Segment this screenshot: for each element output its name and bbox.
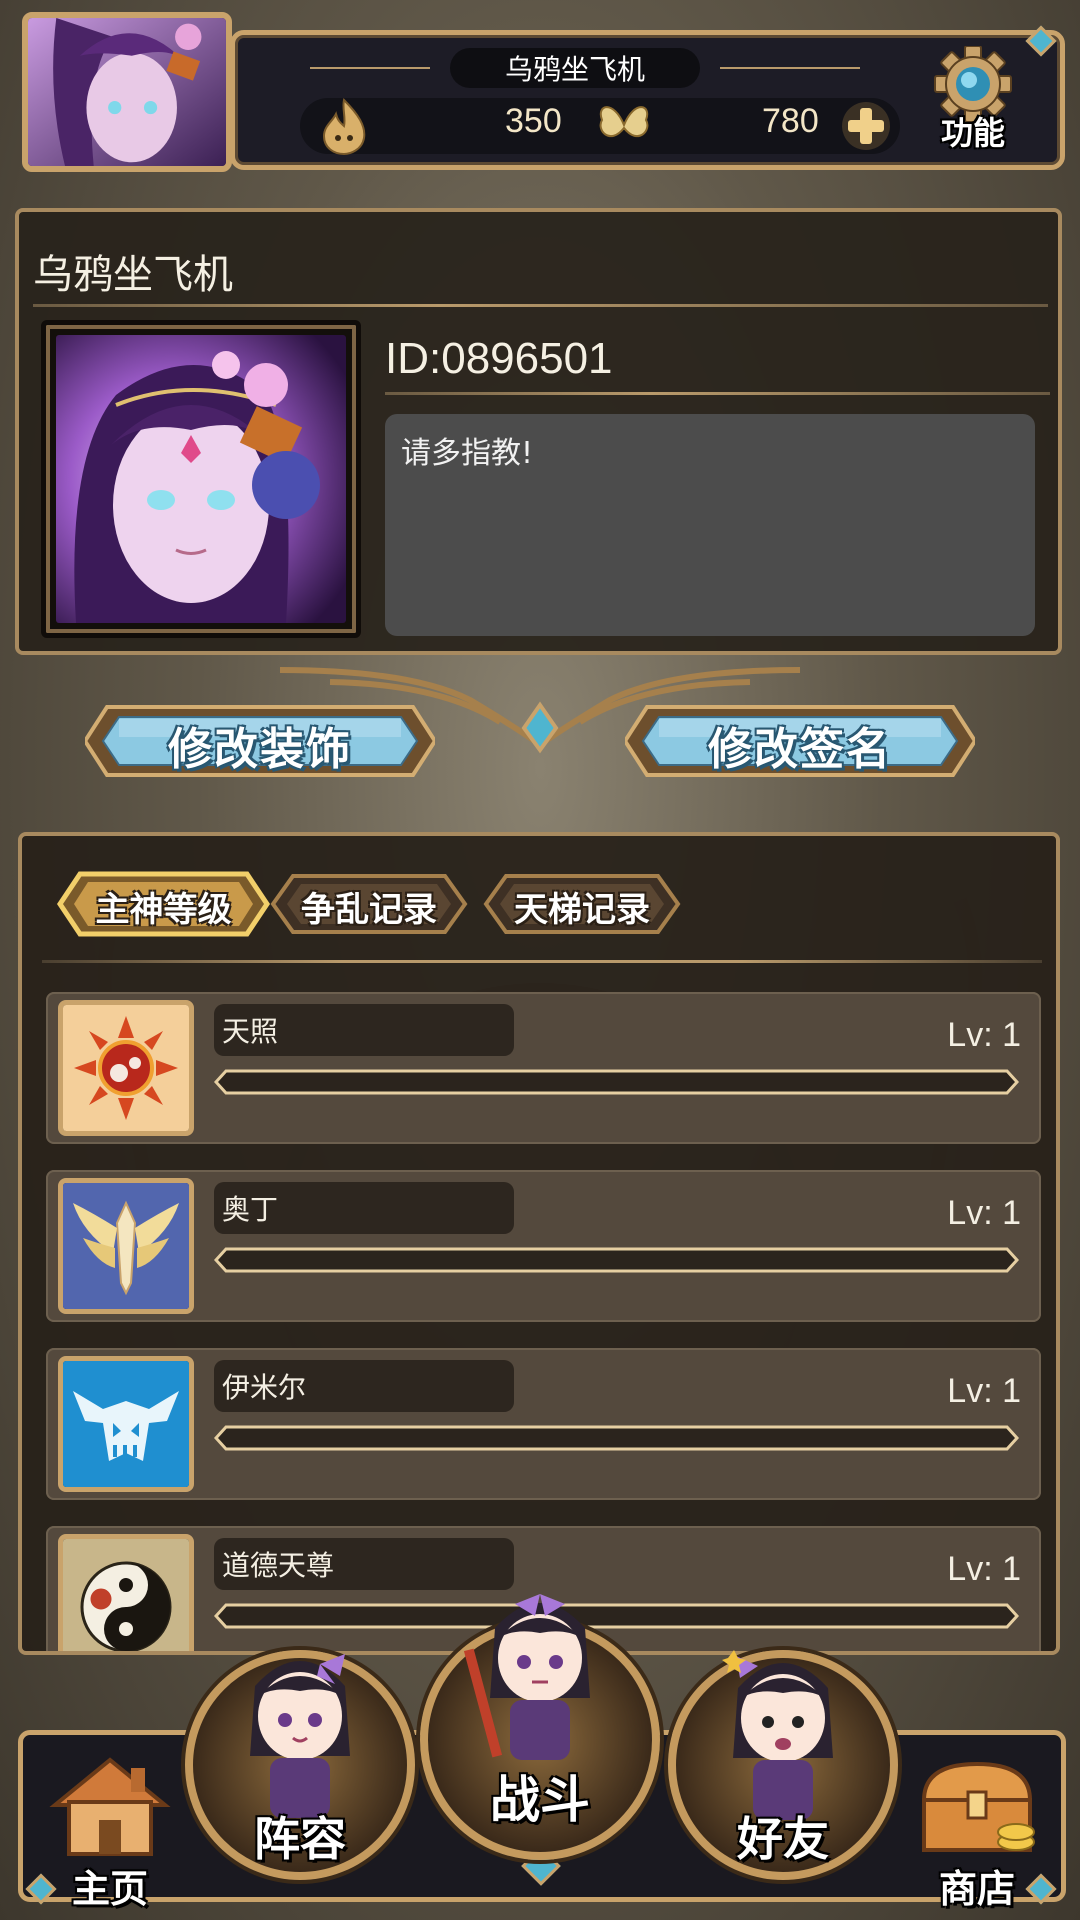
nav-battle-label: 战斗 <box>490 1771 590 1829</box>
profile-portrait-frame[interactable] <box>41 320 361 638</box>
top-bar: 乌鸦坐飞机 350 780 功能 <box>0 0 1080 185</box>
edit-signature-label: 修改签名 <box>708 724 892 775</box>
nav-lineup-label: 阵容 <box>254 1812 346 1866</box>
exp-bar <box>214 1069 1019 1095</box>
divider <box>33 304 1048 307</box>
edit-signature-button[interactable]: 修改签名 <box>625 695 975 787</box>
tab-label: 争乱记录 <box>301 890 437 930</box>
signature-box[interactable]: 请多指教! <box>385 414 1035 636</box>
bottom-nav: 主页 阵容 战斗 好友 商店 <box>0 1594 1080 1920</box>
exp-bar <box>214 1425 1019 1451</box>
god-name: 奥丁 <box>214 1182 514 1234</box>
top-nickname: 乌鸦坐飞机 <box>450 48 700 88</box>
nickname-divider <box>310 67 430 69</box>
nav-home[interactable]: 主页 <box>45 1750 175 1911</box>
tab-ladder-records[interactable]: 天梯记录 <box>482 868 682 940</box>
nav-battle[interactable]: 战斗 <box>420 1594 660 1860</box>
sun-emblem-icon <box>58 1000 194 1136</box>
function-button[interactable]: 功能 <box>918 45 1028 156</box>
portrait-art <box>56 335 346 623</box>
god-row-odin[interactable]: 奥丁 Lv: 1 <box>46 1170 1041 1322</box>
avatar-portrait-art <box>28 18 226 166</box>
function-label: 功能 <box>940 114 1005 152</box>
nickname-divider <box>720 67 860 69</box>
nav-shop[interactable]: 商店 <box>912 1750 1042 1911</box>
winged-emblem-icon <box>58 1178 194 1314</box>
records-panel: 主神等级 争乱记录 天梯记录 天照 Lv: 1 奥丁 Lv: 1 伊米尔 Lv:… <box>18 832 1060 1655</box>
yin-yang-emblem-icon <box>58 1534 194 1651</box>
god-name: 伊米尔 <box>214 1360 514 1412</box>
treasure-chest-icon <box>921 1761 1035 1852</box>
tab-battle-records[interactable]: 争乱记录 <box>269 868 469 940</box>
edit-decoration-button[interactable]: 修改装饰 <box>85 695 435 787</box>
divider <box>385 392 1050 395</box>
add-currency-button[interactable] <box>840 100 892 152</box>
profile-panel: 乌鸦坐飞机 ID:0896501 请多指教! <box>15 208 1062 655</box>
god-name: 道德天尊 <box>214 1538 514 1590</box>
flame-currency-icon <box>322 98 366 156</box>
nav-friends[interactable]: 好友 <box>668 1650 898 1880</box>
god-level: Lv: 1 <box>947 1372 1021 1410</box>
god-level: Lv: 1 <box>947 1194 1021 1232</box>
tab-label: 主神等级 <box>95 890 232 930</box>
god-name: 天照 <box>214 1004 514 1056</box>
chibi-character-icon <box>463 1594 590 1760</box>
profile-portrait <box>56 335 346 623</box>
house-icon <box>49 1757 171 1856</box>
profile-name: 乌鸦坐飞机 <box>33 252 233 298</box>
currency-2-value: 780 <box>762 102 819 140</box>
god-level: Lv: 1 <box>947 1016 1021 1054</box>
nav-friends-label: 好友 <box>737 1812 829 1866</box>
nav-lineup[interactable]: 阵容 <box>185 1650 415 1880</box>
nav-shop-label: 商店 <box>938 1867 1015 1911</box>
player-avatar[interactable] <box>22 12 232 172</box>
tab-label: 天梯记录 <box>514 890 650 930</box>
god-row-amaterasu[interactable]: 天照 Lv: 1 <box>46 992 1041 1144</box>
god-row-ymir[interactable]: 伊米尔 Lv: 1 <box>46 1348 1041 1500</box>
butterfly-currency-icon <box>599 106 649 138</box>
god-level: Lv: 1 <box>947 1550 1021 1588</box>
ice-skull-emblem-icon <box>58 1356 194 1492</box>
currency-1-value: 350 <box>505 102 562 140</box>
tab-god-level[interactable]: 主神等级 <box>56 868 271 940</box>
divider <box>42 960 1042 963</box>
player-id: ID:0896501 <box>385 334 613 383</box>
nav-home-label: 主页 <box>71 1867 148 1911</box>
exp-bar <box>214 1247 1019 1273</box>
edit-decoration-label: 修改装饰 <box>168 724 352 775</box>
